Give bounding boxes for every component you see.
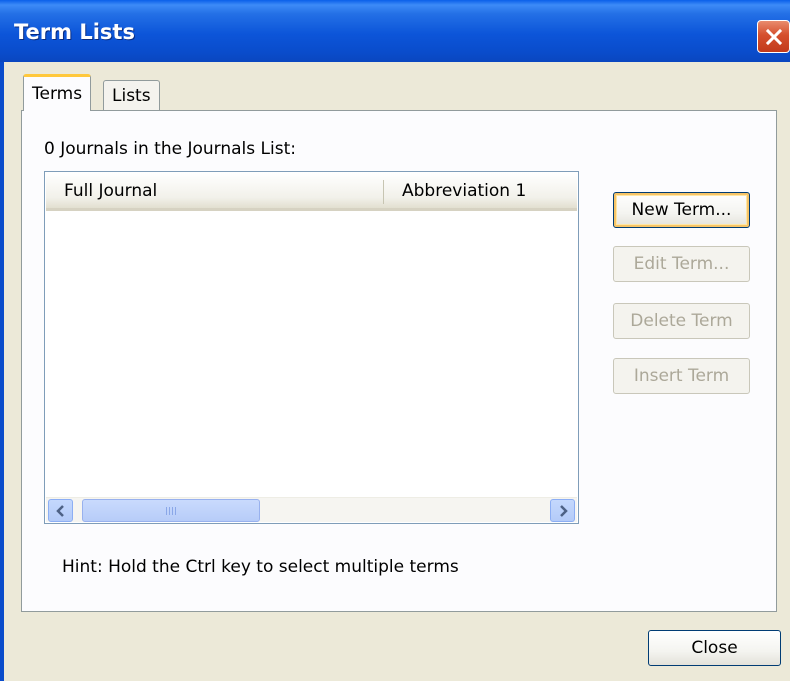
- column-divider[interactable]: [383, 180, 384, 204]
- insert-term-button[interactable]: Insert Term: [613, 358, 750, 394]
- delete-term-button[interactable]: Delete Term: [613, 303, 750, 339]
- chevron-left-icon: [55, 504, 64, 517]
- tab-lists-label: Lists: [112, 86, 151, 106]
- grip-icon: [166, 506, 176, 515]
- window-close-button[interactable]: [757, 20, 790, 53]
- list-header: Full Journal Abbreviation 1: [46, 173, 577, 211]
- horizontal-scrollbar[interactable]: [46, 497, 577, 522]
- tab-terms[interactable]: Terms: [23, 74, 92, 111]
- column-header-full-journal[interactable]: Full Journal: [64, 181, 157, 201]
- scroll-right-button[interactable]: [550, 499, 575, 522]
- chevron-right-icon: [559, 504, 568, 517]
- tab-terms-label: Terms: [32, 84, 83, 104]
- close-button[interactable]: Close: [648, 630, 781, 666]
- new-term-button[interactable]: New Term...: [613, 192, 750, 228]
- term-lists-dialog: Term Lists Terms Lists 0 Journals in the…: [0, 0, 790, 681]
- terms-list[interactable]: Full Journal Abbreviation 1: [44, 171, 579, 524]
- close-icon: [765, 28, 782, 45]
- title-bar[interactable]: Term Lists: [0, 0, 790, 62]
- journals-count-label: 0 Journals in the Journals List:: [44, 139, 296, 159]
- window-frame-left: [0, 62, 4, 681]
- column-header-abbreviation-1[interactable]: Abbreviation 1: [402, 181, 526, 201]
- tab-lists[interactable]: Lists: [103, 80, 160, 111]
- hint-text: Hint: Hold the Ctrl key to select multip…: [62, 557, 459, 577]
- scroll-left-button[interactable]: [48, 499, 73, 522]
- edit-term-button[interactable]: Edit Term...: [613, 246, 750, 282]
- scrollbar-thumb[interactable]: [82, 499, 260, 522]
- window-title: Term Lists: [14, 20, 135, 44]
